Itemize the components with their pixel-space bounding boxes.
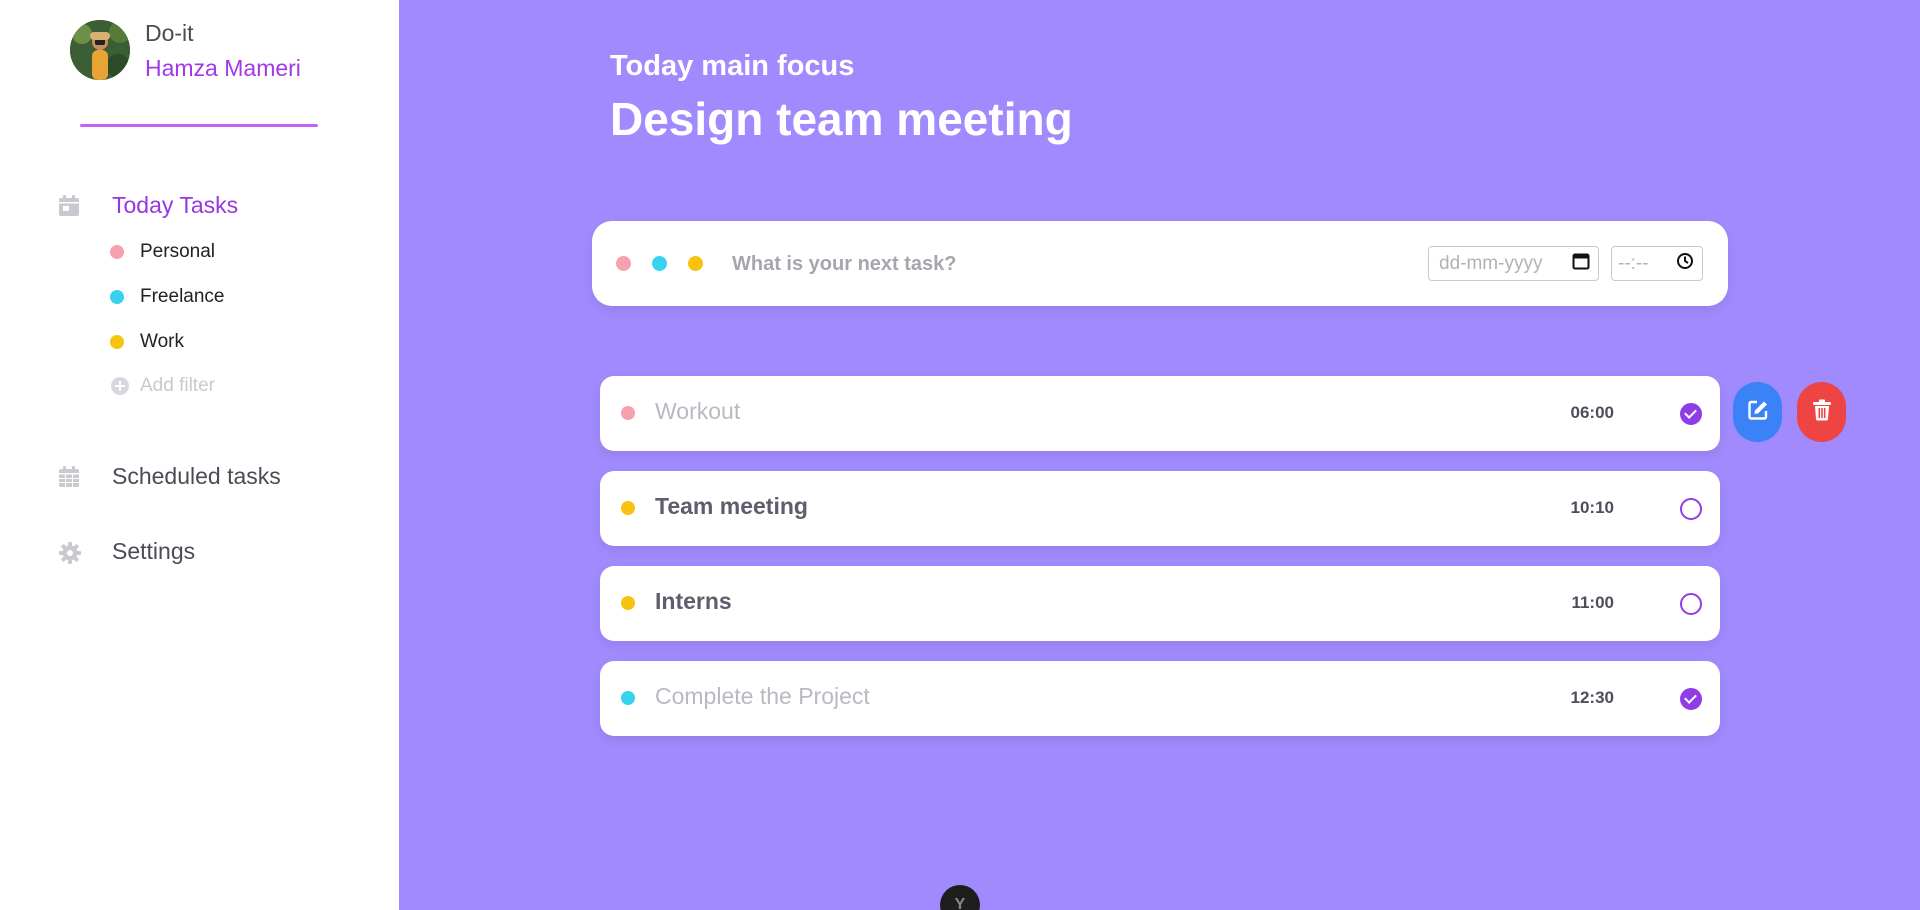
color-option-yellow[interactable] xyxy=(688,256,703,271)
task-time: 10:10 xyxy=(1570,498,1614,517)
edit-icon xyxy=(1747,399,1769,426)
task-item[interactable]: Workout 06:00 xyxy=(600,376,1720,451)
color-option-pink[interactable] xyxy=(616,256,631,271)
focus-subtitle: Today main focus xyxy=(610,50,855,82)
task-color-dot xyxy=(621,596,635,610)
task-time: 06:00 xyxy=(1570,403,1614,422)
task-complete-checkbox[interactable] xyxy=(1680,403,1702,425)
filter-label: Freelance xyxy=(140,286,225,307)
calendar-day-icon xyxy=(58,194,80,217)
filter-label: Personal xyxy=(140,241,215,262)
task-time: 12:30 xyxy=(1570,688,1614,707)
trash-icon xyxy=(1812,399,1832,426)
filter-color-dot xyxy=(110,245,124,259)
task-title: Workout xyxy=(655,398,741,424)
plus-circle-icon xyxy=(110,376,130,396)
time-input[interactable]: --:-- xyxy=(1611,246,1703,281)
task-title: Complete the Project xyxy=(655,683,870,709)
avatar[interactable] xyxy=(70,20,130,80)
edit-task-button[interactable] xyxy=(1733,382,1782,442)
color-option-cyan[interactable] xyxy=(652,256,667,271)
task-item[interactable]: Interns 11:00 xyxy=(600,566,1720,641)
bottom-floating-button[interactable]: Y xyxy=(940,885,980,910)
delete-task-button[interactable] xyxy=(1797,382,1846,442)
calendar-grid-icon xyxy=(58,465,80,488)
task-complete-checkbox[interactable] xyxy=(1680,688,1702,710)
color-picker xyxy=(616,256,703,271)
nav-scheduled-tasks[interactable]: Scheduled tasks xyxy=(58,463,281,490)
add-filter-label: Add filter xyxy=(140,375,215,396)
filter-color-dot xyxy=(110,290,124,304)
filter-label: Work xyxy=(140,331,184,352)
focus-title: Design team meeting xyxy=(610,93,1073,145)
nav-scheduled-tasks-label: Scheduled tasks xyxy=(112,463,281,489)
sidebar: Do-it Hamza Mameri Today Tasks Personal … xyxy=(0,0,399,910)
filter-color-dot xyxy=(110,335,124,349)
task-color-dot xyxy=(621,691,635,705)
new-task-input[interactable] xyxy=(732,243,1292,285)
user-name[interactable]: Hamza Mameri xyxy=(145,55,301,82)
date-input[interactable]: dd-mm-yyyy xyxy=(1428,246,1599,281)
task-color-dot xyxy=(621,406,635,420)
task-complete-checkbox[interactable] xyxy=(1680,498,1702,520)
filter-freelance[interactable]: Freelance xyxy=(110,286,225,308)
filter-personal[interactable]: Personal xyxy=(110,241,215,263)
nav-today-tasks-label: Today Tasks xyxy=(112,192,239,218)
app-name: Do-it xyxy=(145,20,194,46)
new-task-bar: dd-mm-yyyy --:-- xyxy=(592,221,1728,306)
gear-icon xyxy=(58,541,81,564)
task-time: 11:00 xyxy=(1571,593,1614,612)
clock-icon xyxy=(1676,252,1694,276)
nav-settings-label: Settings xyxy=(112,538,196,564)
task-title: Team meeting xyxy=(655,493,808,519)
nav-today-tasks[interactable]: Today Tasks xyxy=(58,192,238,219)
task-title: Interns xyxy=(655,588,732,614)
date-input-placeholder: dd-mm-yyyy xyxy=(1439,252,1543,274)
task-item[interactable]: Complete the Project 12:30 xyxy=(600,661,1720,736)
profile xyxy=(70,20,130,80)
task-item[interactable]: Team meeting 10:10 xyxy=(600,471,1720,546)
task-complete-checkbox[interactable] xyxy=(1680,593,1702,615)
add-filter-button[interactable]: Add filter xyxy=(110,375,215,397)
calendar-icon xyxy=(1572,252,1590,276)
profile-divider xyxy=(80,124,318,127)
time-input-placeholder: --:-- xyxy=(1618,252,1649,274)
task-color-dot xyxy=(621,501,635,515)
nav-settings[interactable]: Settings xyxy=(58,538,195,565)
filter-work[interactable]: Work xyxy=(110,331,184,353)
